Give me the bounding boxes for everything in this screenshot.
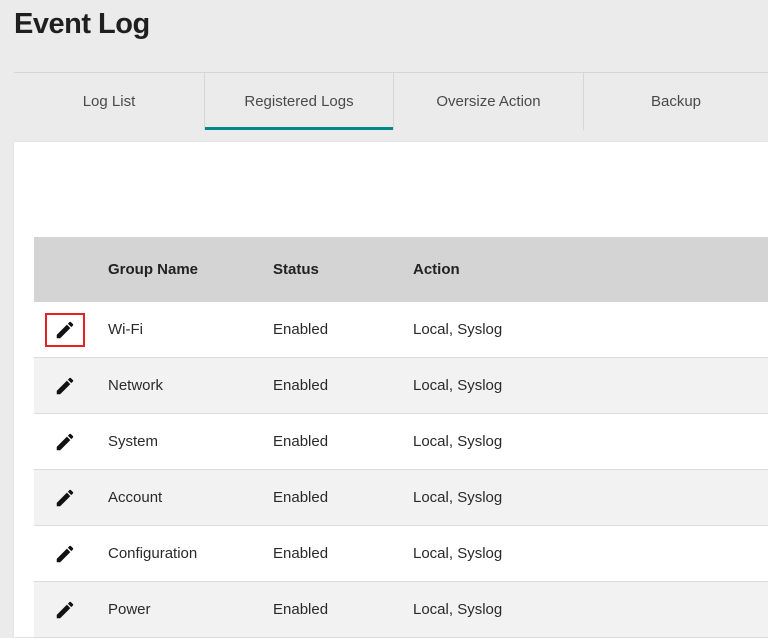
page-title: Event Log xyxy=(14,8,150,40)
column-header-action: Action xyxy=(413,261,460,278)
cell-group-name: Wi-Fi xyxy=(108,321,143,338)
cell-status: Enabled xyxy=(273,321,329,338)
table-header: Group Name Status Action xyxy=(34,237,768,302)
edit-button[interactable] xyxy=(45,537,85,571)
cell-action: Local, Syslog xyxy=(413,601,503,618)
tab-oversize-action[interactable]: Oversize Action xyxy=(394,73,584,130)
cell-status: Enabled xyxy=(273,601,329,618)
cell-action: Local, Syslog xyxy=(413,545,503,562)
tab-backup[interactable]: Backup xyxy=(584,73,768,130)
cell-group-name: Network xyxy=(108,377,164,394)
cell-group-name: Configuration xyxy=(108,545,198,562)
registered-logs-table: Group Name Status Action Wi-Fi Enabled Loc… xyxy=(34,237,768,638)
table-row: Power Enabled Local, Syslog xyxy=(34,582,768,638)
table-row: System Enabled Local, Syslog xyxy=(34,414,768,470)
edit-button[interactable] xyxy=(45,425,85,459)
edit-button[interactable] xyxy=(45,312,85,347)
cell-group-name: Account xyxy=(108,489,163,506)
cell-group-name: System xyxy=(108,433,159,450)
cell-status: Enabled xyxy=(273,545,329,562)
cell-group-name: Power xyxy=(108,601,151,618)
cell-action: Local, Syslog xyxy=(413,377,503,394)
content-card: Group Name Status Action Wi-Fi Enabled Loc… xyxy=(14,142,768,638)
tab-log-list[interactable]: Log List xyxy=(14,73,205,130)
table-row: Wi-Fi Enabled Local, Syslog xyxy=(34,302,768,358)
table-body: Wi-Fi Enabled Local, Syslog Network Enabled L… xyxy=(34,302,768,638)
edit-icon xyxy=(54,599,76,621)
cell-action: Local, Syslog xyxy=(413,489,503,506)
tab-bar: Log List Registered Logs Oversize Action… xyxy=(14,72,768,130)
cell-action: Local, Syslog xyxy=(413,433,503,450)
edit-icon xyxy=(54,543,76,565)
cell-status: Enabled xyxy=(273,433,329,450)
column-header-status: Status xyxy=(273,261,319,278)
cell-action: Local, Syslog xyxy=(413,321,503,338)
table-row: Account Enabled Local, Syslog xyxy=(34,470,768,526)
edit-icon xyxy=(54,375,76,397)
edit-button[interactable] xyxy=(45,369,85,403)
table-row: Configuration Enabled Local, Syslog xyxy=(34,526,768,582)
cell-status: Enabled xyxy=(273,489,329,506)
tab-registered-logs[interactable]: Registered Logs xyxy=(205,73,394,130)
table-row: Network Enabled Local, Syslog xyxy=(34,358,768,414)
cell-status: Enabled xyxy=(273,377,329,394)
edit-icon xyxy=(54,487,76,509)
edit-icon xyxy=(54,431,76,453)
column-header-group-name: Group Name xyxy=(108,261,199,278)
edit-icon xyxy=(54,319,76,341)
edit-button[interactable] xyxy=(45,481,85,515)
edit-button[interactable] xyxy=(45,593,85,627)
